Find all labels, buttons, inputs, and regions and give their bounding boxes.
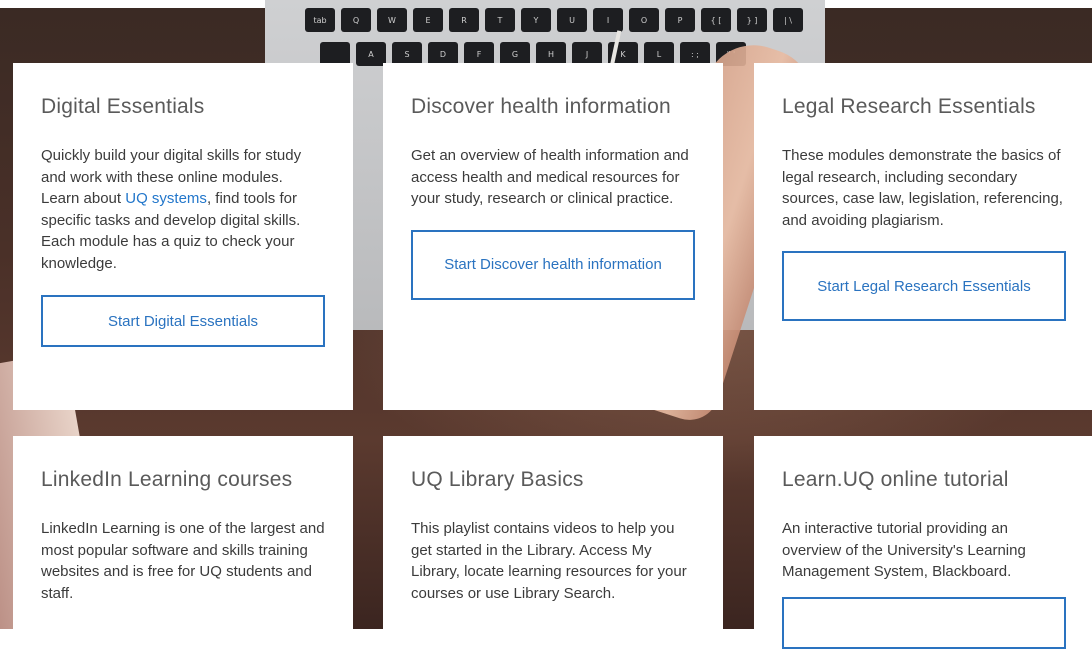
card-title: LinkedIn Learning courses xyxy=(41,468,293,491)
card-description: An interactive tutorial providing an ove… xyxy=(782,520,1026,580)
uq-systems-link[interactable]: UQ systems xyxy=(125,190,207,207)
card-title: Discover health information xyxy=(411,95,671,118)
card-uq-library-basics: UQ Library Basics This playlist contains… xyxy=(383,436,723,629)
card-title: UQ Library Basics xyxy=(411,468,584,491)
key: { [ xyxy=(701,8,731,32)
card-description: LinkedIn Learning is one of the largest … xyxy=(41,520,325,602)
key: T xyxy=(485,8,515,32)
card-title: Learn.UQ online tutorial xyxy=(782,468,1009,491)
key: P xyxy=(665,8,695,32)
key: | \ xyxy=(773,8,803,32)
card-description: Quickly build your digital skills for st… xyxy=(41,145,325,274)
card-digital-essentials: Digital Essentials Quickly build your di… xyxy=(13,63,353,410)
card-linkedin-learning-courses: LinkedIn Learning courses LinkedIn Learn… xyxy=(13,436,353,629)
card-learn-uq-online-tutorial: Learn.UQ online tutorial An interactive … xyxy=(754,436,1092,649)
key: tab xyxy=(305,8,335,32)
key: Y xyxy=(521,8,551,32)
start-learn-uq-tutorial-button[interactable] xyxy=(782,596,1066,649)
key: U xyxy=(557,8,587,32)
card-title: Legal Research Essentials xyxy=(782,95,1036,118)
card-description: Get an overview of health information an… xyxy=(411,147,689,207)
keyboard-row-1: tab Q W E R T Y U I O P { [ } ] | \ xyxy=(305,8,803,32)
key: Q xyxy=(341,8,371,32)
key: A xyxy=(356,42,386,66)
start-digital-essentials-button[interactable]: Start Digital Essentials xyxy=(41,295,325,347)
card-title: Digital Essentials xyxy=(41,95,205,118)
key: } ] xyxy=(737,8,767,32)
key: W xyxy=(377,8,407,32)
card-discover-health-information: Discover health information Get an overv… xyxy=(383,63,723,410)
key: E xyxy=(413,8,443,32)
card-description: This playlist contains videos to help yo… xyxy=(411,520,687,602)
key: O xyxy=(629,8,659,32)
start-legal-research-essentials-button[interactable]: Start Legal Research Essentials xyxy=(782,251,1066,321)
key: R xyxy=(449,8,479,32)
start-discover-health-information-button[interactable]: Start Discover health information xyxy=(411,229,695,300)
card-description: These modules demonstrate the basics of … xyxy=(782,147,1063,229)
card-legal-research-essentials: Legal Research Essentials These modules … xyxy=(754,63,1092,410)
key: I xyxy=(593,8,623,32)
